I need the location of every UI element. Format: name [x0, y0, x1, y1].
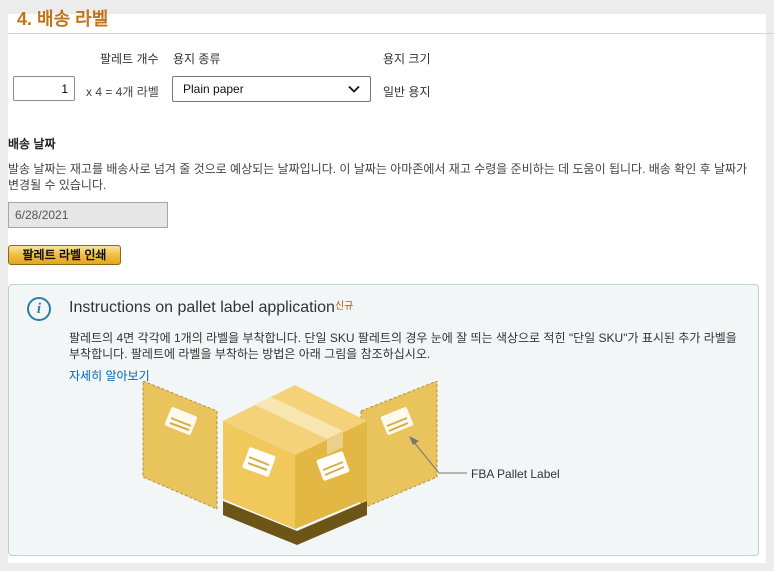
- paper-type-label: 용지 종류: [173, 52, 221, 66]
- paper-type-selected: Plain paper: [183, 82, 244, 96]
- chevron-down-icon: [348, 85, 360, 93]
- instructions-title: Instructions on pallet label application…: [69, 299, 353, 317]
- right-side-flap: [360, 381, 438, 510]
- title-divider: [8, 33, 774, 34]
- paper-type-select[interactable]: Plain paper: [172, 76, 371, 102]
- ship-date-heading: 배송 날짜: [8, 137, 56, 151]
- instructions-body: 팔레트의 4면 각각에 1개의 라벨을 부착합니다. 단일 SKU 팔레트의 경…: [69, 331, 737, 361]
- paper-size-label: 용지 크기: [383, 52, 431, 66]
- print-pallet-labels-button[interactable]: 팔레트 라벨 인쇄: [8, 245, 121, 265]
- pallet-count-input[interactable]: [13, 76, 75, 101]
- left-side-flap: [142, 381, 218, 510]
- paper-size-value: 일반 용지: [383, 85, 431, 99]
- instructions-title-text: Instructions on pallet label application: [69, 299, 335, 316]
- label-count-text: x 4 = 4개 라벨: [86, 85, 159, 99]
- ship-date-description: 발송 날짜는 재고를 배송사로 넘겨 줄 것으로 예상되는 날짜입니다. 이 날…: [8, 162, 748, 192]
- fba-pallet-label-caption: FBA Pallet Label: [471, 467, 560, 481]
- ship-date-field: 6/28/2021: [8, 202, 168, 228]
- new-badge: 신규: [334, 301, 354, 312]
- pallet-count-label: 팔레트 개수: [100, 52, 159, 66]
- info-icon: i: [27, 297, 51, 321]
- section-title: 4. 배송 라벨: [17, 9, 109, 29]
- pallet-label-diagram: [142, 381, 467, 545]
- instructions-box: i Instructions on pallet label applicati…: [8, 284, 759, 556]
